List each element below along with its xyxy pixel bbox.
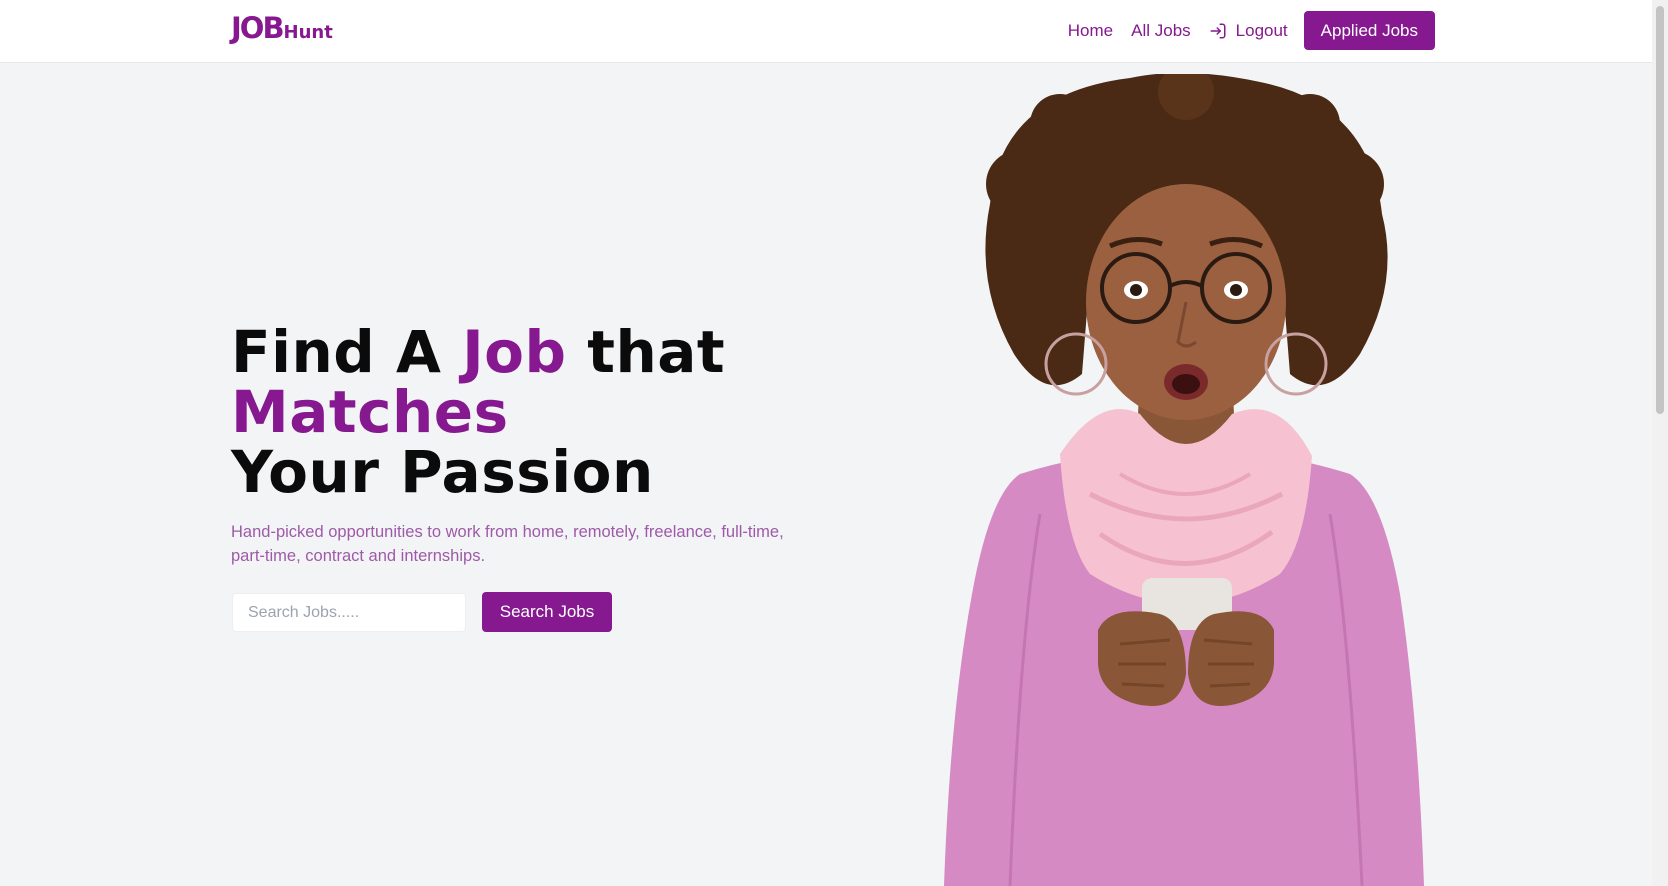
hero-title-line3: Your Passion [231,438,654,506]
navbar: JOB Hunt Home All Jobs Logout Applied Jo… [0,0,1668,63]
nav-links: Home All Jobs Logout Applied Jobs [1068,11,1435,50]
nav-home-link[interactable]: Home [1068,21,1113,41]
nav-logout-link[interactable]: Logout [1209,21,1288,41]
scrollbar-thumb[interactable] [1656,6,1664,414]
search-jobs-input[interactable] [232,593,466,632]
jobhunt-logo[interactable]: JOB Hunt [231,14,333,43]
logout-icon [1210,23,1226,38]
logo-main-text: JOB [231,11,285,45]
hero-title-part1: Find A [231,318,463,386]
applied-jobs-button[interactable]: Applied Jobs [1303,11,1435,50]
hero-title-accent-job: Job [462,318,567,386]
logout-label: Logout [1235,20,1288,40]
hero-title-part2: that [566,318,726,386]
search-jobs-button[interactable]: Search Jobs [482,592,612,632]
hero-title: Find A Job that Matches Your Passion [231,322,725,502]
hero-subtitle: Hand-picked opportunities to work from h… [231,523,784,565]
logo-suffix-text: Hunt [283,22,333,43]
page-scrollbar[interactable] [1652,0,1668,886]
hero-title-accent-matches: Matches [231,378,509,446]
nav-all-jobs-link[interactable]: All Jobs [1131,21,1191,41]
hero-woman-image [944,74,1424,886]
